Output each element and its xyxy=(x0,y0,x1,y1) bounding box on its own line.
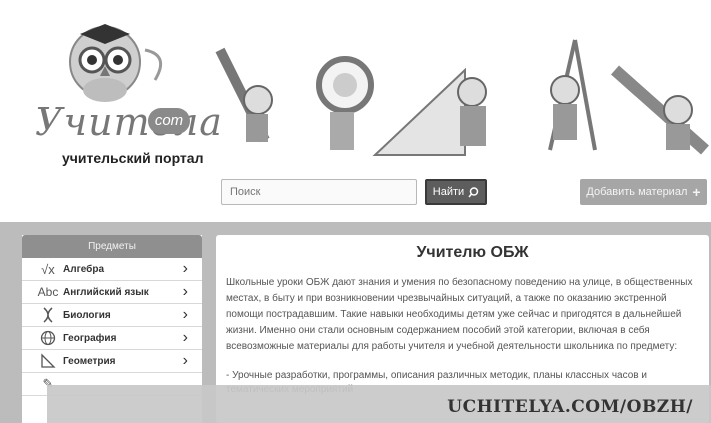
sidebar-item-biology[interactable]: Биология › xyxy=(22,304,202,327)
intro-paragraph: Школьные уроки ОБЖ дают знания и умения … xyxy=(226,277,693,352)
logo-subtitle: учительский портал xyxy=(62,150,204,166)
hero-illustration xyxy=(215,39,709,156)
kid-big-pencil-icon xyxy=(611,65,709,155)
dna-icon xyxy=(36,306,60,324)
add-material-button[interactable]: Добавить материал + xyxy=(580,179,707,205)
chevron-right-icon: › xyxy=(182,306,188,323)
sidebar-item-label: География xyxy=(63,332,117,344)
owl-logo-icon[interactable] xyxy=(30,20,200,170)
globe-icon xyxy=(36,329,60,347)
kid-magnifier-icon xyxy=(316,56,374,150)
search-button[interactable]: Найти xyxy=(425,179,487,205)
sqrt-icon: √x xyxy=(41,261,55,277)
url-caption-overlay: UCHITELYA.COM/OBZH/ xyxy=(47,385,711,423)
add-material-label: Добавить материал xyxy=(586,186,688,198)
page-title: Учителю ОБЖ xyxy=(416,244,529,261)
sidebar-item-english[interactable]: Abc Английский язык › xyxy=(22,281,202,304)
chevron-right-icon: › xyxy=(182,329,188,346)
plus-icon: + xyxy=(692,184,701,200)
sidebar-item-label: Английский язык xyxy=(63,286,149,298)
chevron-right-icon: › xyxy=(182,260,188,277)
kid-pencil-icon xyxy=(215,47,273,143)
logo-com-badge: com xyxy=(148,108,190,134)
sidebar-item-label: Алгебра xyxy=(63,263,105,275)
kid-compass-icon xyxy=(548,39,597,151)
search-button-label: Найти xyxy=(432,186,465,198)
sidebar-item-algebra[interactable]: √x Алгебра › xyxy=(22,258,202,281)
search-input[interactable] xyxy=(221,179,417,205)
kid-triangle-ruler-icon xyxy=(372,67,487,156)
site-header: Учитела com учительский портал Поиск Най… xyxy=(0,0,711,222)
url-caption-text: UCHITELYA.COM/OBZH/ xyxy=(447,397,693,417)
sidebar-item-geometry[interactable]: Геометрия › xyxy=(22,350,202,373)
sidebar-item-geography[interactable]: География › xyxy=(22,327,202,350)
search-icon xyxy=(468,186,479,197)
sidebar-item-label: Геометрия xyxy=(63,355,116,367)
chevron-right-icon: › xyxy=(182,283,188,300)
logo-title[interactable]: Учитела xyxy=(35,100,223,144)
sidebar-item-label: Биология xyxy=(63,309,111,321)
sidebar-title: Предметы xyxy=(22,235,202,258)
chevron-right-icon: › xyxy=(182,352,188,369)
triangle-ruler-icon xyxy=(36,352,60,370)
abc-icon: Abc xyxy=(37,285,59,299)
